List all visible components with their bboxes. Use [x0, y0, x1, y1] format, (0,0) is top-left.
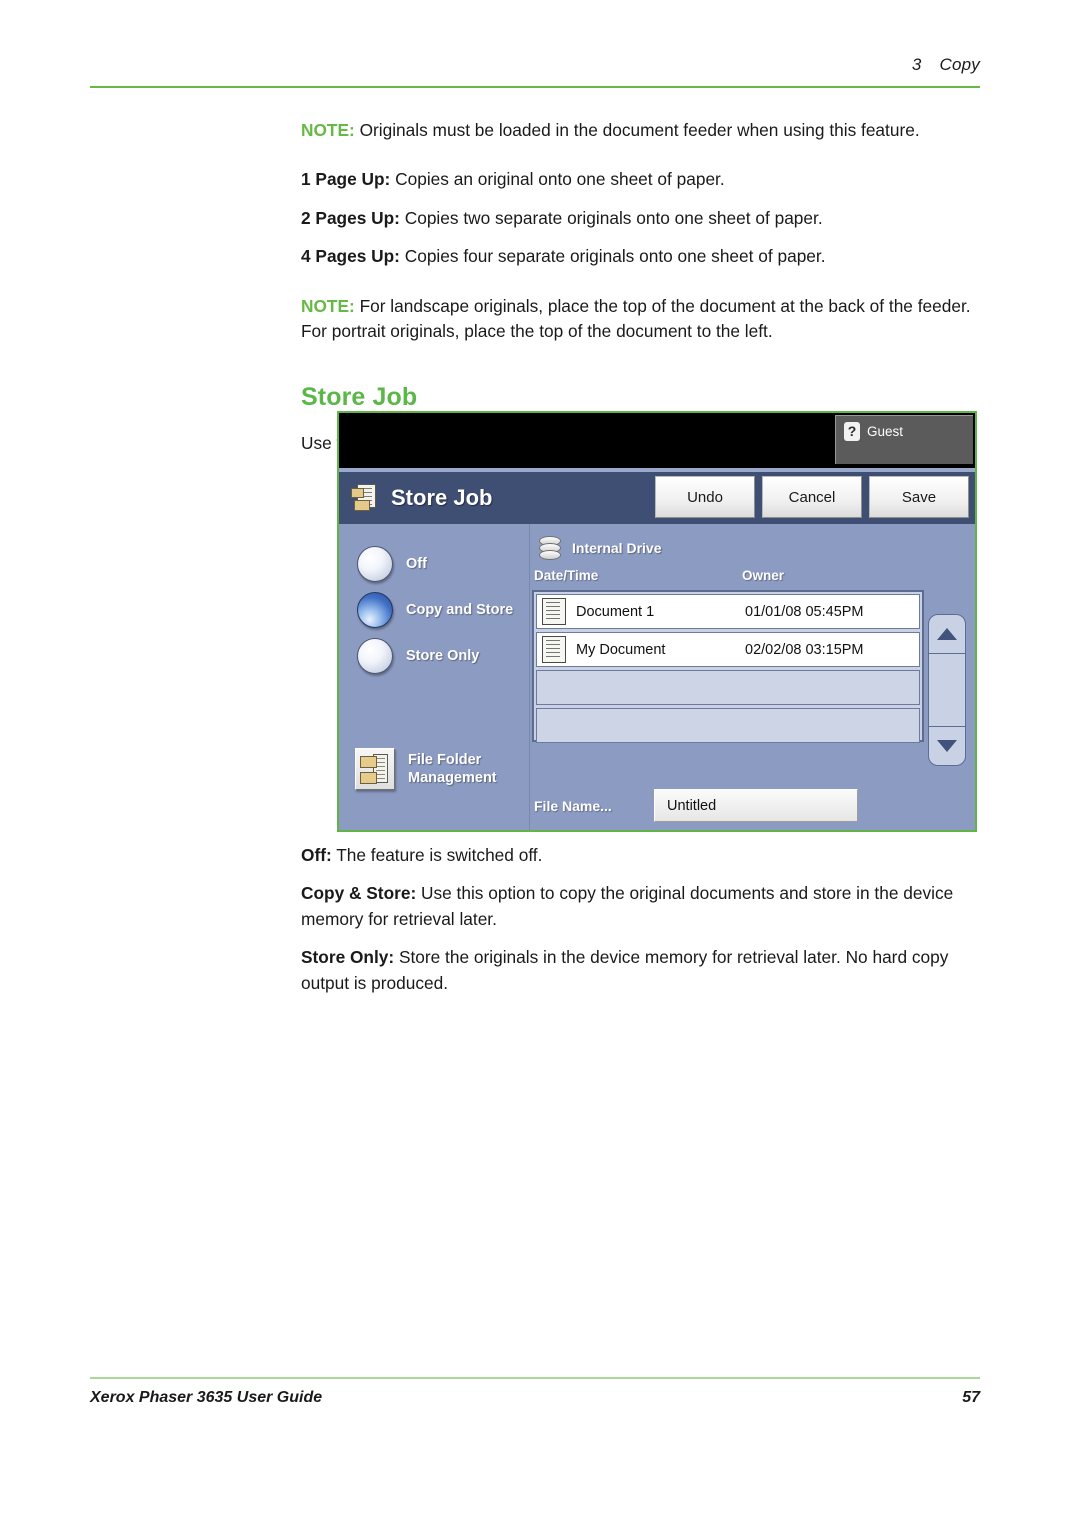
page-header: 3 Copy — [90, 55, 980, 91]
stored-jobs-list[interactable]: Document 1 01/01/08 05:45PM My Document … — [532, 590, 924, 743]
note-label: NOTE: — [301, 120, 355, 140]
question-icon: ? — [844, 422, 860, 441]
note-text-2: For landscape originals, place the top o… — [301, 295, 971, 342]
database-icon — [538, 534, 562, 562]
chapter-number: 3 — [911, 55, 922, 74]
pages-up-item-1: 1 Page Up: Copies an original onto one s… — [301, 167, 981, 192]
device-topbar: ? Guest — [339, 413, 975, 468]
pages-up-text-1: Copies an original onto one sheet of pap… — [390, 169, 725, 190]
description-label-store-only: Store Only: — [301, 947, 395, 968]
file-folder-management-row[interactable]: File Folder Management — [355, 748, 529, 790]
option-store-only[interactable]: Store Only — [357, 638, 479, 674]
pages-up-text-2: Copies two separate originals onto one s… — [399, 207, 823, 228]
description-store-only: Store Only: Store the originals in the d… — [301, 945, 981, 996]
description-label-copy-store: Copy & Store: — [301, 883, 417, 904]
description-off: Off: The feature is switched off. — [301, 843, 981, 868]
description-text-store-only: Store the originals in the device memory… — [301, 947, 949, 993]
radio-icon-store-only[interactable] — [357, 638, 393, 674]
table-row[interactable]: My Document 02/02/08 03:15PM — [536, 632, 920, 667]
drive-header: Internal Drive — [530, 524, 975, 562]
chapter-title: Copy — [939, 55, 980, 74]
section-heading: Store Job — [301, 382, 418, 411]
description-label-off: Off: — [301, 845, 332, 865]
option-label-off: Off — [406, 556, 427, 572]
row-date: 01/01/08 05:45PM — [745, 603, 864, 620]
scroll-up-button[interactable] — [929, 615, 965, 654]
pages-up-text-3: Copies four separate originals onto one … — [399, 246, 826, 267]
radio-icon-copy-and-store[interactable] — [357, 592, 393, 628]
pages-up-item-2: 2 Pages Up: Copies two separate original… — [301, 206, 981, 231]
document-icon — [542, 636, 566, 663]
drive-label: Internal Drive — [572, 540, 662, 556]
option-label-store-only: Store Only — [406, 648, 480, 664]
file-name-input[interactable]: Untitled — [654, 789, 858, 822]
table-row[interactable] — [536, 708, 920, 743]
scroll-up-icon — [937, 628, 957, 640]
panel-title: Store Job — [391, 485, 493, 510]
scroll-down-icon — [937, 740, 957, 752]
running-head: 3 Copy — [912, 55, 980, 75]
internal-drive-section: Internal Drive Date/Time Owner Document … — [530, 524, 975, 830]
option-off[interactable]: Off — [357, 546, 427, 582]
note-label-2: NOTE: — [301, 295, 355, 316]
document-icon — [542, 598, 566, 625]
list-scrollbar[interactable] — [928, 614, 966, 766]
scroll-down-button[interactable] — [929, 726, 965, 765]
save-button[interactable]: Save — [869, 476, 969, 518]
file-folder-management-icon[interactable] — [355, 748, 395, 790]
option-descriptions: Off: The feature is switched off. Copy &… — [301, 843, 981, 996]
pages-up-label-2: 2 Pages Up: — [301, 207, 400, 228]
row-name: My Document — [576, 641, 666, 658]
row-date: 02/02/08 03:15PM — [745, 641, 864, 658]
file-name-label: File Name... — [534, 797, 612, 814]
cancel-button[interactable]: Cancel — [762, 476, 862, 518]
column-header-datetime: Date/Time — [534, 568, 599, 583]
device-body: Off Copy and Store Store Only File Folde… — [339, 524, 975, 830]
note-paragraph-1: NOTE: Originals must be loaded in the do… — [301, 118, 981, 143]
table-row[interactable] — [536, 670, 920, 705]
table-row[interactable]: Document 1 01/01/08 05:45PM — [536, 594, 920, 629]
option-copy-and-store[interactable]: Copy and Store — [357, 592, 513, 628]
list-column-headers: Date/Time Owner — [534, 568, 975, 590]
file-folder-management-label: File Folder Management — [408, 751, 497, 786]
radio-icon-off[interactable] — [357, 546, 393, 582]
file-name-row: File Name... Untitled — [530, 789, 975, 822]
store-job-icon — [351, 484, 377, 512]
row-name: Document 1 — [576, 603, 655, 620]
description-text-off: The feature is switched off. — [331, 845, 543, 865]
titlebar-buttons: Undo Cancel Save — [655, 476, 969, 518]
note-text-1: Originals must be loaded in the document… — [354, 120, 920, 140]
header-rule — [90, 86, 980, 88]
guest-tab[interactable]: ? Guest — [835, 415, 973, 464]
page-content: NOTE: Originals must be loaded in the do… — [301, 118, 981, 456]
footer-page-number: 57 — [962, 1389, 980, 1406]
pages-up-label-3: 4 Pages Up: — [301, 246, 400, 267]
pages-up-label-1: 1 Page Up: — [301, 169, 391, 190]
note-paragraph-2: NOTE: For landscape originals, place the… — [301, 294, 981, 345]
guest-label: Guest — [867, 424, 904, 439]
pages-up-item-3: 4 Pages Up: Copies four separate origina… — [301, 244, 981, 269]
device-ui-panel: ? Guest Store Job Undo Cancel Save Off C… — [337, 411, 977, 832]
page-footer: Xerox Phaser 3635 User Guide 57 — [90, 1377, 980, 1417]
footer-rule — [90, 1377, 980, 1379]
option-label-copy-and-store: Copy and Store — [406, 602, 514, 618]
device-titlebar: Store Job Undo Cancel Save — [339, 468, 975, 524]
column-header-owner: Owner — [742, 568, 785, 583]
footer-guide-title: Xerox Phaser 3635 User Guide — [90, 1389, 323, 1406]
description-copy-store: Copy & Store: Use this option to copy th… — [301, 881, 981, 932]
undo-button[interactable]: Undo — [655, 476, 755, 518]
store-mode-options: Off Copy and Store Store Only File Folde… — [339, 524, 530, 830]
